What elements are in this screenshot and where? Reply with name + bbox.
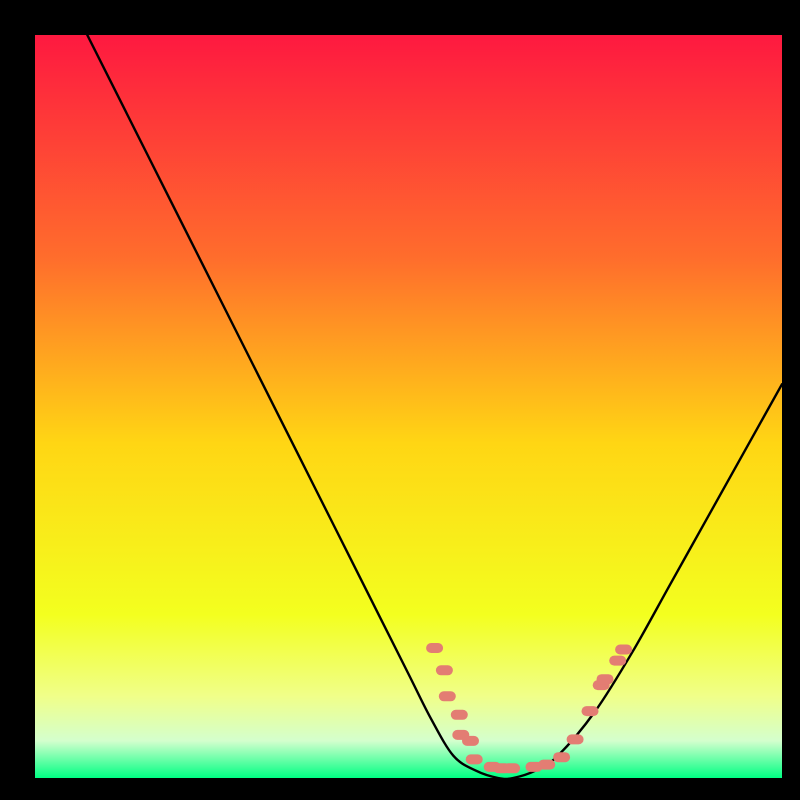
curve-marker [503,763,520,773]
curve-marker [538,760,555,770]
curve-marker [582,706,599,716]
bottleneck-chart [0,0,800,800]
plot-background [35,35,782,778]
curve-marker [436,665,453,675]
curve-marker [426,643,443,653]
frame-edge [0,778,800,800]
curve-marker [466,754,483,764]
frame-edge [0,0,800,35]
curve-marker [609,656,626,666]
curve-marker [615,645,632,655]
curve-marker [462,736,479,746]
chart-frame: TheBottleneck.com [0,0,800,800]
frame-edge [0,0,35,800]
curve-marker [553,752,570,762]
curve-marker [567,734,584,744]
frame-edge [782,0,800,800]
curve-marker [451,710,468,720]
curve-marker [597,674,614,684]
curve-marker [439,691,456,701]
